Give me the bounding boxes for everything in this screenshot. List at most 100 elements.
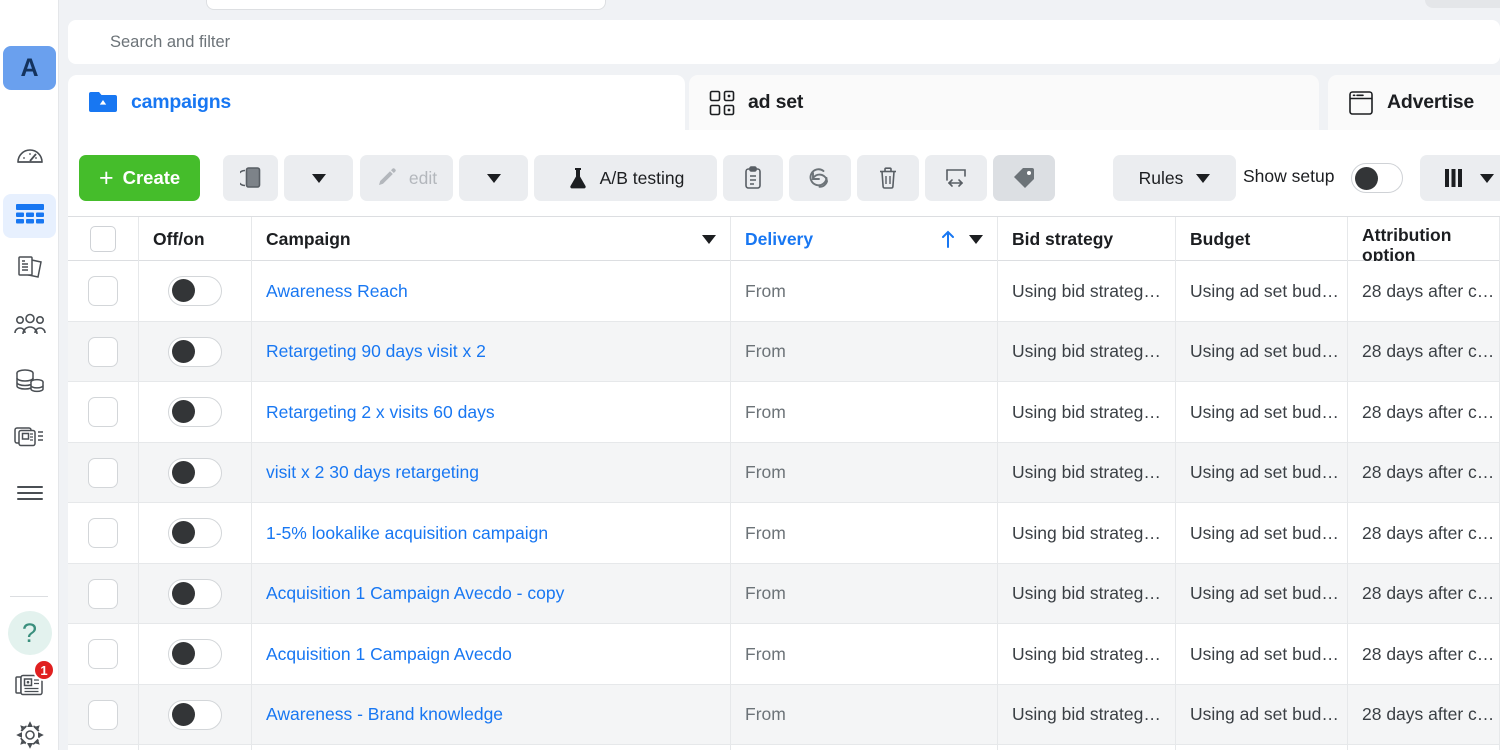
sidebar-item-updates[interactable]: 1 <box>3 663 56 707</box>
chevron-down-icon[interactable] <box>969 235 983 244</box>
column-header-attribution[interactable]: Attribution option <box>1348 217 1500 261</box>
row-checkbox[interactable] <box>88 639 118 669</box>
sidebar-item-billing[interactable] <box>3 359 56 403</box>
chevron-down-icon[interactable] <box>702 235 716 244</box>
create-button[interactable]: + Create <box>79 155 200 201</box>
row-checkbox[interactable] <box>88 458 118 488</box>
row-select-cell[interactable] <box>68 261 139 322</box>
sidebar-item-documents[interactable] <box>3 245 56 289</box>
row-onoff-cell[interactable] <box>139 745 252 750</box>
table-icon <box>15 203 45 229</box>
tab-advertise[interactable]: Advertise <box>1328 75 1500 130</box>
row-select-cell[interactable] <box>68 322 139 383</box>
row-onoff-toggle[interactable] <box>168 700 222 730</box>
top-right-button-fragment[interactable] <box>1425 0 1500 8</box>
row-checkbox[interactable] <box>88 276 118 306</box>
delete-button[interactable] <box>857 155 919 201</box>
table-row[interactable]: 1-5% lookalike acquisition campaignFromU… <box>68 503 1500 564</box>
row-onoff-toggle[interactable] <box>168 458 222 488</box>
cell-campaign[interactable]: Acquisition 1 Campaign Avecdo <box>252 624 731 685</box>
search-and-filter-bar[interactable]: Search and filter <box>68 20 1500 64</box>
row-select-cell[interactable] <box>68 745 139 750</box>
rules-button[interactable]: Rules <box>1113 155 1236 201</box>
row-onoff-cell[interactable] <box>139 322 252 383</box>
row-select-cell[interactable] <box>68 443 139 504</box>
table-row[interactable]: Retargeting 90 days visit x 2FromUsing b… <box>68 322 1500 383</box>
row-select-cell[interactable] <box>68 624 139 685</box>
cell-campaign[interactable]: Retargeting 2 x visits 60 days <box>252 382 731 443</box>
arrow-up-icon[interactable] <box>940 229 956 249</box>
tag-button[interactable] <box>993 155 1055 201</box>
row-onoff-cell[interactable] <box>139 382 252 443</box>
export-button[interactable] <box>925 155 987 201</box>
cell-campaign[interactable]: 1-5% lookalike acquisition campaign <box>252 503 731 564</box>
cell-campaign[interactable]: Acquisition 1 Campaign Avecdo - copy <box>252 564 731 625</box>
undo-arrow-icon <box>808 166 832 190</box>
column-header-campaign[interactable]: Campaign <box>252 217 731 261</box>
table-row[interactable]: visit x 2 30 days retargetingFromUsing b… <box>68 443 1500 504</box>
row-checkbox[interactable] <box>88 579 118 609</box>
cell-campaign[interactable]: visit x 2 30 days retargeting <box>252 443 731 504</box>
row-onoff-toggle[interactable] <box>168 518 222 548</box>
row-onoff-cell[interactable] <box>139 261 252 322</box>
ab-testing-button[interactable]: A/B testing <box>534 155 717 201</box>
columns-button[interactable] <box>1420 155 1500 201</box>
row-onoff-cell[interactable] <box>139 503 252 564</box>
column-header-offon[interactable]: Off/on <box>139 217 252 261</box>
sidebar-item-campaigns-table[interactable] <box>3 194 56 238</box>
row-onoff-toggle[interactable] <box>168 276 222 306</box>
duplicate-button[interactable] <box>223 155 278 201</box>
sidebar-item-dashboard[interactable] <box>3 137 56 181</box>
cell-campaign[interactable]: Awareness - Brand knowledge <box>252 685 731 746</box>
row-select-cell[interactable] <box>68 382 139 443</box>
clipboard-button[interactable] <box>723 155 783 201</box>
row-onoff-cell[interactable] <box>139 685 252 746</box>
row-select-cell[interactable] <box>68 685 139 746</box>
tab-campaigns[interactable]: campaigns <box>68 75 685 130</box>
select-all-header[interactable] <box>68 217 139 261</box>
row-checkbox[interactable] <box>88 397 118 427</box>
row-onoff-toggle[interactable] <box>168 337 222 367</box>
cell-bid-strategy: Using bid strateg… <box>998 322 1176 383</box>
table-row[interactable]: Awareness - Brand knowledgeFromUsing bid… <box>68 685 1500 746</box>
show-setup-toggle[interactable] <box>1351 155 1403 201</box>
column-header-budget[interactable]: Budget <box>1176 217 1348 261</box>
edit-dropdown-button[interactable] <box>459 155 528 201</box>
cell-attribution: 28 days after c… <box>1348 685 1500 746</box>
table-row[interactable]: Retargeting 2 x visits 60 daysFromUsing … <box>68 382 1500 443</box>
search-input-placeholder[interactable]: Search and filter <box>110 33 230 52</box>
sidebar-item-help[interactable]: ? <box>3 611 56 655</box>
table-row[interactable]: Acquisition 1 Campaign AvecdoFromUsing b… <box>68 624 1500 685</box>
column-header-bid-strategy[interactable]: Bid strategy <box>998 217 1176 261</box>
top-search-field-fragment[interactable] <box>206 0 606 10</box>
column-header-delivery[interactable]: Delivery <box>731 217 998 261</box>
table-row[interactable]: Awareness ReachFromUsing bid strateg…Usi… <box>68 261 1500 322</box>
sidebar-item-catalog[interactable] <box>3 415 56 459</box>
cell-campaign[interactable]: Awareness video men <box>252 745 731 750</box>
tab-ad-set[interactable]: ad set <box>689 75 1319 130</box>
sidebar-item-audiences[interactable] <box>3 303 56 347</box>
sidebar-item-account[interactable]: A <box>3 46 56 90</box>
row-onoff-toggle[interactable] <box>168 639 222 669</box>
coins-icon <box>15 367 45 395</box>
table-row[interactable]: Awareness video menFromUsing bid strateg… <box>68 745 1500 750</box>
edit-button[interactable]: edit <box>360 155 453 201</box>
row-onoff-cell[interactable] <box>139 443 252 504</box>
row-onoff-toggle[interactable] <box>168 579 222 609</box>
row-select-cell[interactable] <box>68 503 139 564</box>
select-all-checkbox[interactable] <box>90 226 116 252</box>
sidebar-item-more-menu[interactable] <box>3 471 56 515</box>
row-onoff-cell[interactable] <box>139 564 252 625</box>
undo-button[interactable] <box>789 155 851 201</box>
row-onoff-cell[interactable] <box>139 624 252 685</box>
row-select-cell[interactable] <box>68 564 139 625</box>
row-onoff-toggle[interactable] <box>168 397 222 427</box>
row-checkbox[interactable] <box>88 700 118 730</box>
table-row[interactable]: Acquisition 1 Campaign Avecdo - copyFrom… <box>68 564 1500 625</box>
row-checkbox[interactable] <box>88 518 118 548</box>
cell-campaign[interactable]: Retargeting 90 days visit x 2 <box>252 322 731 383</box>
duplicate-dropdown-button[interactable] <box>284 155 353 201</box>
sidebar-item-settings[interactable] <box>3 713 56 750</box>
row-checkbox[interactable] <box>88 337 118 367</box>
cell-campaign[interactable]: Awareness Reach <box>252 261 731 322</box>
